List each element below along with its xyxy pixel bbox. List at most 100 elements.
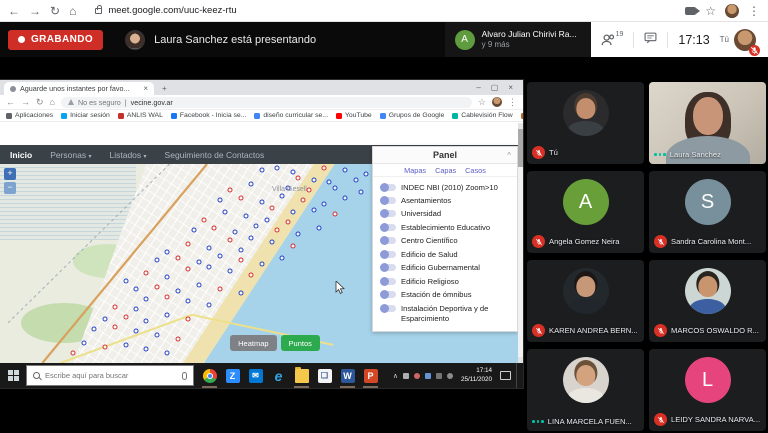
map-marker[interactable] bbox=[207, 303, 212, 308]
map-marker[interactable] bbox=[186, 299, 191, 304]
map-marker[interactable] bbox=[165, 295, 170, 300]
map-marker[interactable] bbox=[71, 351, 76, 356]
zoom-out-button[interactable]: − bbox=[4, 182, 16, 194]
profile-avatar[interactable] bbox=[725, 4, 739, 18]
map-marker[interactable] bbox=[228, 237, 233, 242]
map-marker[interactable] bbox=[264, 217, 269, 222]
map-marker[interactable] bbox=[327, 179, 332, 184]
map-marker[interactable] bbox=[228, 269, 233, 274]
map-marker[interactable] bbox=[249, 235, 254, 240]
bookmark-item[interactable]: ANLIS WAL bbox=[118, 112, 163, 119]
nav-item-listados[interactable]: Listados ▾ bbox=[110, 150, 147, 160]
tray-chevron-icon[interactable]: ∧ bbox=[393, 372, 398, 380]
taskbar-clock[interactable]: 17:14 25/11/2020 bbox=[461, 367, 492, 383]
home-icon[interactable]: ⌂ bbox=[69, 5, 76, 17]
map-marker[interactable] bbox=[123, 315, 128, 320]
search-input[interactable] bbox=[45, 371, 177, 380]
scroll-down-icon[interactable] bbox=[518, 357, 523, 363]
reload-icon[interactable]: ↻ bbox=[36, 97, 44, 108]
bookmark-item[interactable]: Aplicaciones bbox=[6, 112, 53, 119]
home-icon[interactable]: ⌂ bbox=[50, 97, 55, 107]
map-marker[interactable] bbox=[238, 247, 243, 252]
participant-tile[interactable]: SSandra Carolina Mont... bbox=[649, 171, 766, 253]
map-marker[interactable] bbox=[102, 317, 107, 322]
forward-icon[interactable]: → bbox=[29, 5, 41, 17]
map-marker[interactable] bbox=[144, 319, 149, 324]
map-marker[interactable] bbox=[113, 325, 118, 330]
taskbar-app-note[interactable]: ❑ bbox=[313, 363, 336, 388]
map-marker[interactable] bbox=[249, 181, 254, 186]
shared-address-bar[interactable]: No es seguro | vecine.gov.ar bbox=[61, 97, 472, 108]
participant-tile[interactable]: AAngela Gomez Neira bbox=[527, 171, 644, 253]
map-marker[interactable] bbox=[222, 209, 227, 214]
camera-permission-icon[interactable] bbox=[685, 7, 696, 15]
map-marker[interactable] bbox=[269, 239, 274, 244]
layer-toggle[interactable] bbox=[381, 264, 396, 271]
map-marker[interactable] bbox=[233, 229, 238, 234]
map-marker[interactable] bbox=[191, 227, 196, 232]
nav-item-personas[interactable]: Personas ▾ bbox=[50, 150, 91, 160]
map-marker[interactable] bbox=[290, 243, 295, 248]
map-marker[interactable] bbox=[154, 333, 159, 338]
action-center-icon[interactable] bbox=[500, 371, 511, 380]
map-marker[interactable] bbox=[228, 187, 233, 192]
map-marker[interactable] bbox=[353, 177, 358, 182]
map-marker[interactable] bbox=[332, 185, 337, 190]
browser-tab[interactable]: Aguarde unos instantes por favo... × bbox=[4, 82, 154, 95]
maximize-icon[interactable]: ▢ bbox=[491, 84, 499, 92]
chat-icon[interactable] bbox=[644, 31, 657, 49]
participant-tile[interactable]: Laura Sanchez bbox=[649, 82, 766, 164]
map-marker[interactable] bbox=[175, 337, 180, 342]
map-marker[interactable] bbox=[275, 165, 280, 170]
bookmark-star-icon[interactable]: ☆ bbox=[705, 5, 716, 17]
map-marker[interactable] bbox=[92, 327, 97, 332]
map-marker[interactable] bbox=[290, 209, 295, 214]
map-marker[interactable] bbox=[254, 223, 259, 228]
map-marker[interactable] bbox=[217, 253, 222, 258]
participant-tile[interactable]: KAREN ANDREA BERN... bbox=[527, 260, 644, 342]
zoom-in-button[interactable]: + bbox=[4, 168, 16, 180]
map-marker[interactable] bbox=[285, 219, 290, 224]
bookmark-item[interactable]: Grupos de Google bbox=[380, 112, 445, 119]
map-marker[interactable] bbox=[212, 225, 217, 230]
taskbar-app-ppt[interactable]: P bbox=[359, 363, 382, 388]
map-marker[interactable] bbox=[249, 273, 254, 278]
layer-toggle[interactable] bbox=[381, 305, 396, 312]
map-marker[interactable] bbox=[238, 195, 243, 200]
taskbar-app-edge[interactable]: e bbox=[267, 363, 290, 388]
map-marker[interactable] bbox=[259, 261, 264, 266]
new-tab-icon[interactable]: + bbox=[162, 85, 167, 93]
map-marker[interactable] bbox=[102, 345, 107, 350]
map-marker[interactable] bbox=[165, 351, 170, 356]
map-marker[interactable] bbox=[175, 255, 180, 260]
map-marker[interactable] bbox=[332, 211, 337, 216]
map-marker[interactable] bbox=[133, 287, 138, 292]
layer-toggle[interactable] bbox=[381, 184, 396, 191]
self-view[interactable]: Tú bbox=[720, 29, 758, 51]
map-marker[interactable] bbox=[186, 241, 191, 246]
close-icon[interactable]: × bbox=[508, 84, 513, 92]
map-marker[interactable] bbox=[243, 213, 248, 218]
taskbar-app-mail[interactable]: ✉ bbox=[244, 363, 267, 388]
tray-icon[interactable] bbox=[425, 373, 431, 379]
map-marker[interactable] bbox=[238, 291, 243, 296]
map-marker[interactable] bbox=[322, 201, 327, 206]
tray-icon[interactable] bbox=[447, 373, 453, 379]
minimize-icon[interactable]: – bbox=[476, 84, 480, 92]
layer-toggle[interactable] bbox=[381, 291, 396, 298]
address-bar[interactable]: meet.google.com/uuc-keez-rtu bbox=[85, 3, 676, 19]
taskbar-app-zoom[interactable]: Z bbox=[221, 363, 244, 388]
people-icon[interactable]: 19 bbox=[601, 33, 624, 46]
taskbar-app-explorer[interactable] bbox=[290, 363, 313, 388]
map-marker[interactable] bbox=[290, 169, 295, 174]
mic-icon[interactable] bbox=[182, 372, 187, 380]
bookmark-item[interactable]: Iniciar sesión bbox=[61, 112, 110, 119]
map-marker[interactable] bbox=[217, 287, 222, 292]
map-marker[interactable] bbox=[196, 283, 201, 288]
map-marker[interactable] bbox=[207, 265, 212, 270]
map-marker[interactable] bbox=[217, 197, 222, 202]
browser-menu-icon[interactable]: ⋮ bbox=[748, 5, 760, 17]
participant-tile[interactable]: LINA MARCELA FUEN... bbox=[527, 349, 644, 431]
map-marker[interactable] bbox=[296, 231, 301, 236]
nav-item-seguimiento-de-contactos[interactable]: Seguimiento de Contactos bbox=[165, 150, 265, 160]
